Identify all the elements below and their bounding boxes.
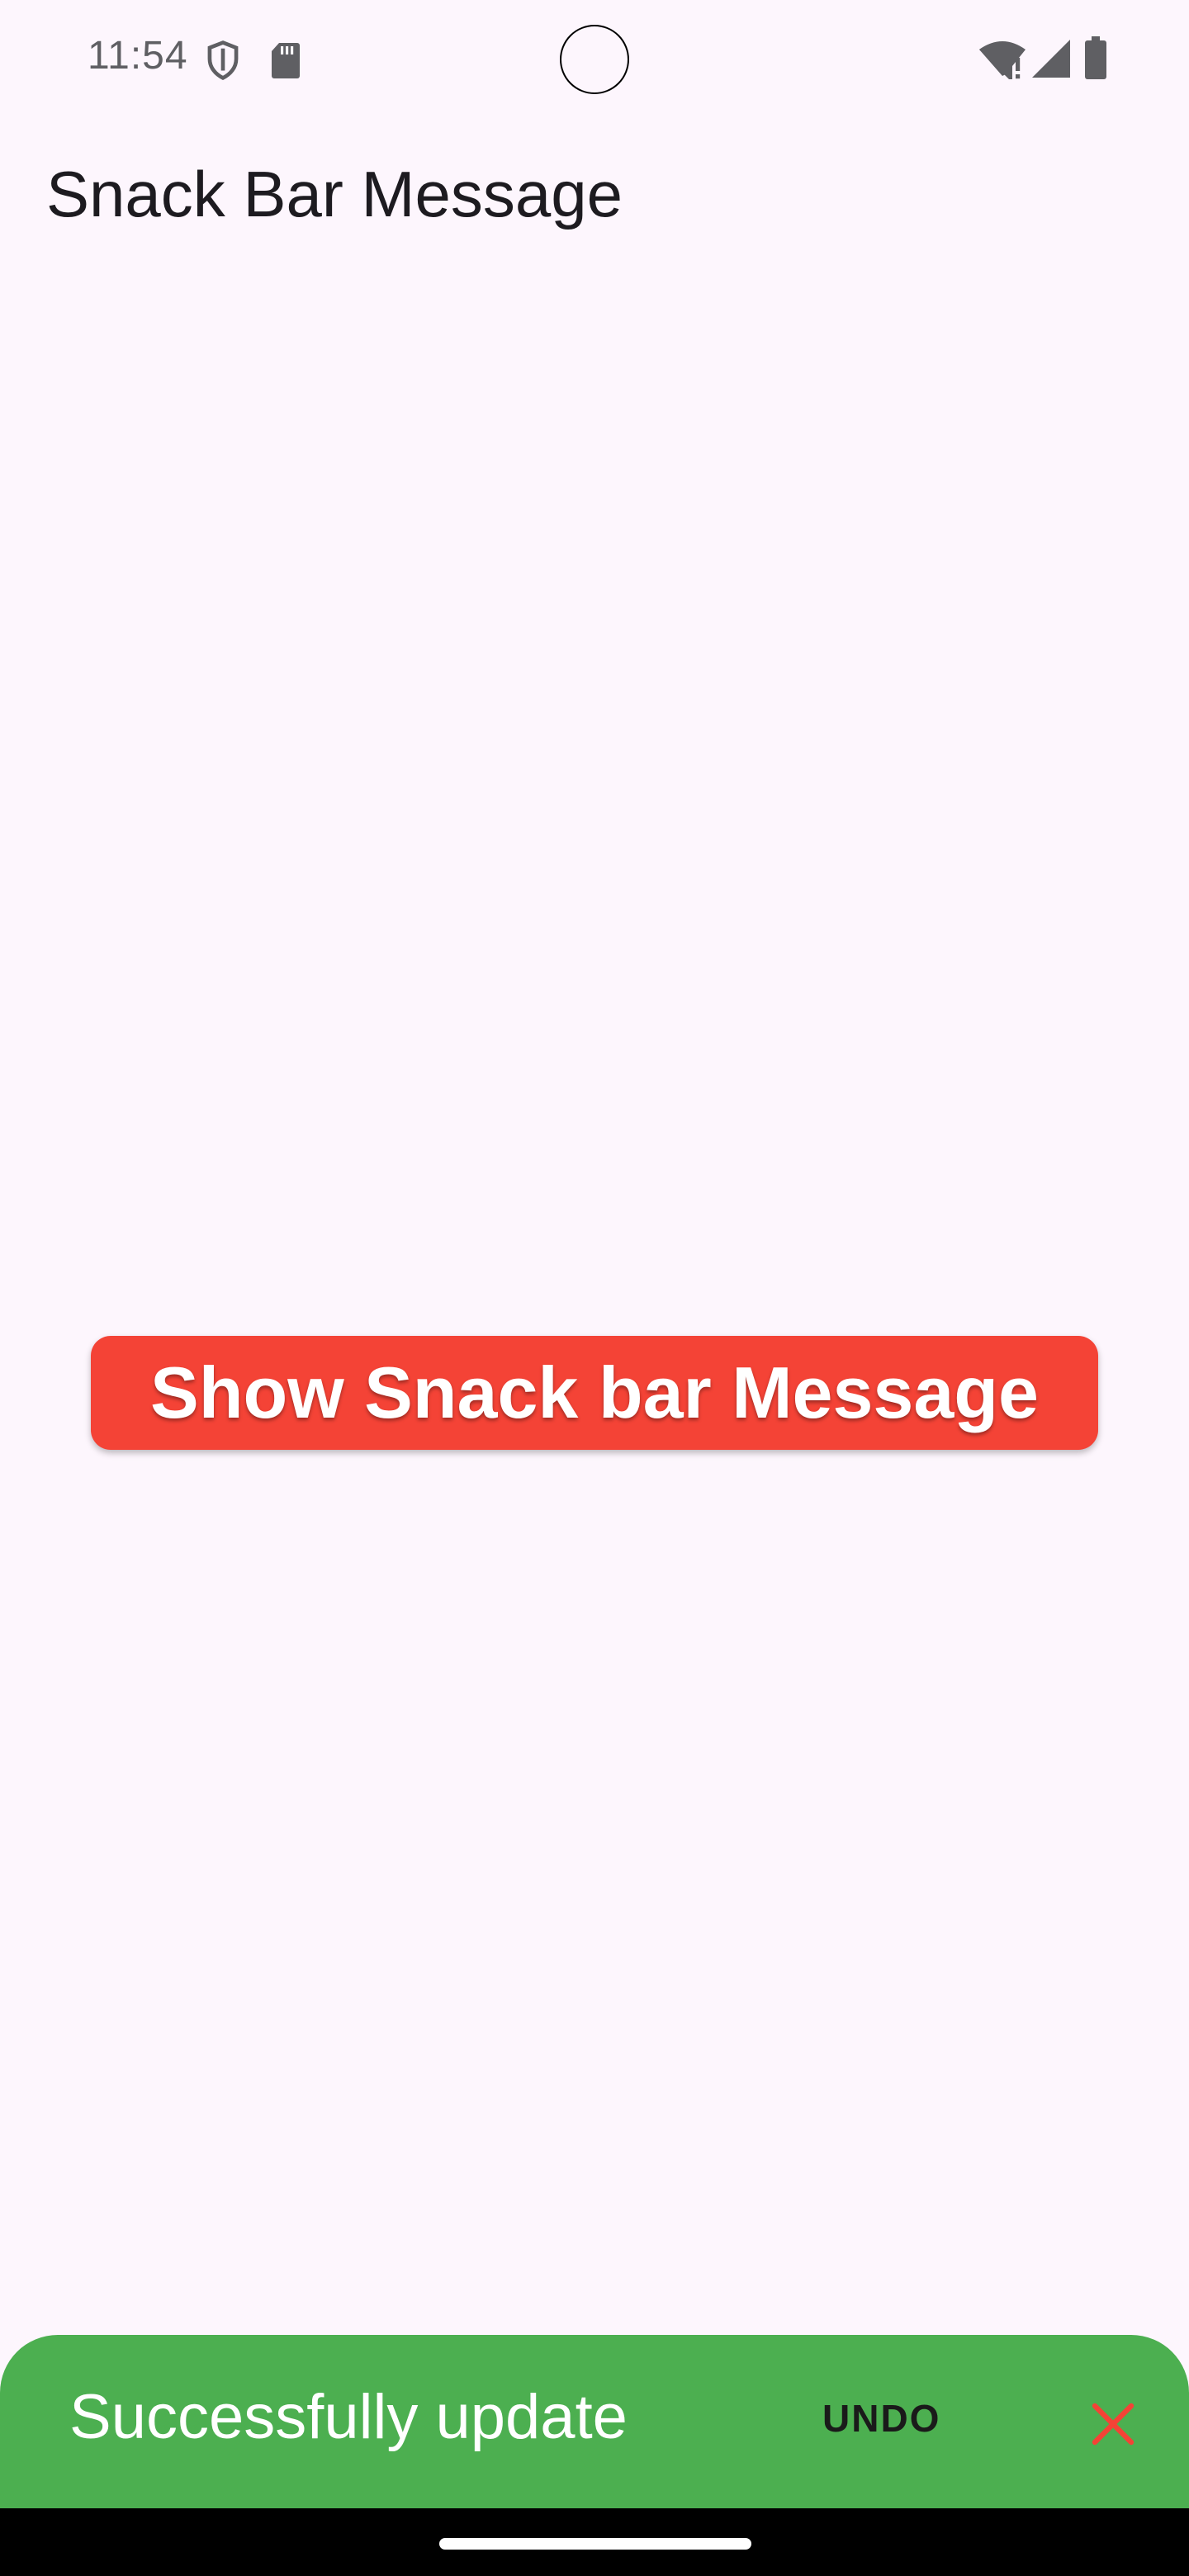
sd-card-icon xyxy=(272,43,300,78)
undo-button[interactable]: UNDO xyxy=(822,2396,940,2441)
cell-signal-icon xyxy=(1032,40,1070,78)
status-time: 11:54 xyxy=(88,34,188,78)
close-icon[interactable] xyxy=(1090,2401,1136,2447)
wifi-alert-icon xyxy=(979,41,1026,79)
app-screen: 11:54 Snack Bar Message Show Snack bar M… xyxy=(0,0,1189,2576)
front-camera xyxy=(560,25,629,94)
status-bar: 11:54 xyxy=(0,0,1189,116)
snackbar-message: Successfully update xyxy=(69,2382,628,2452)
home-gesture-handle[interactable] xyxy=(439,2538,751,2550)
show-snackbar-button[interactable]: Show Snack bar Message xyxy=(91,1336,1098,1450)
page-title: Snack Bar Message xyxy=(46,158,623,230)
battery-icon xyxy=(1085,36,1106,79)
snackbar: Successfully update UNDO xyxy=(0,2335,1189,2508)
shield-icon xyxy=(207,40,239,81)
navigation-bar xyxy=(0,2508,1189,2576)
